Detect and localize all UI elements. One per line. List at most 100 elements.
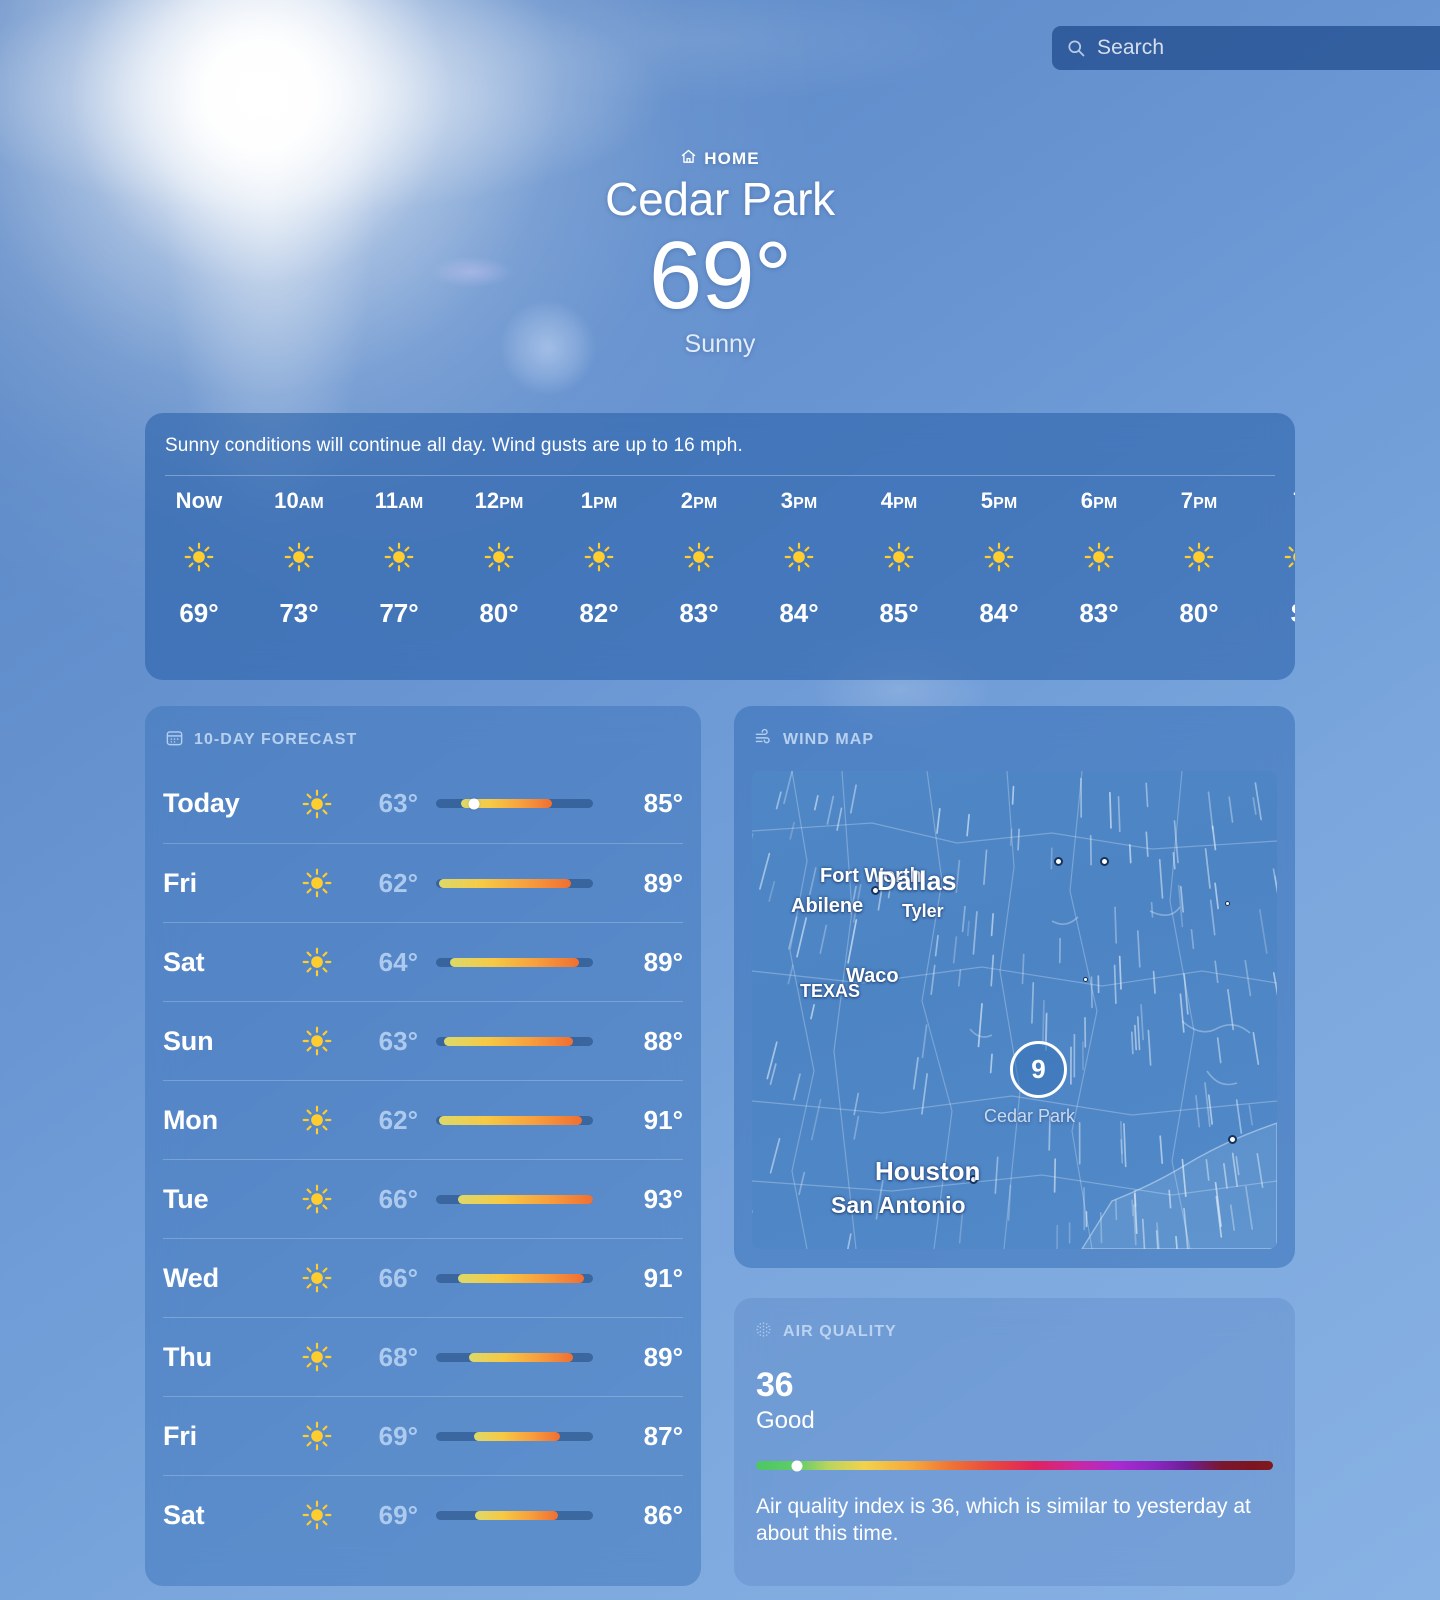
- home-label-text: HOME: [704, 149, 760, 168]
- wind-streak: [808, 867, 817, 896]
- forecast-day-name: Fri: [163, 1420, 197, 1451]
- air-quality-category: Good: [756, 1407, 815, 1434]
- hourly-item: 3PM 84°: [749, 488, 849, 629]
- hourly-ampm: PM: [1193, 495, 1218, 512]
- wind-streak: [1158, 858, 1164, 899]
- hourly-time-label: 10AM: [274, 488, 324, 513]
- forecast-day-row[interactable]: Mon 62° 91°: [163, 1080, 683, 1159]
- map-dot-dallas: [1100, 857, 1109, 866]
- search-placeholder[interactable]: Search: [1097, 36, 1164, 60]
- aqi-dots-icon: [756, 1322, 771, 1337]
- sun-icon: [288, 1263, 346, 1293]
- wind-streak: [1041, 999, 1045, 1046]
- wind-map-title: WIND MAP: [783, 731, 875, 748]
- wind-streak: [1136, 930, 1141, 968]
- wind-streak: [813, 795, 819, 811]
- ten-day-forecast-card[interactable]: 10-DAY FORECAST Today 63° 85° Fri 62° 89° Sat 6…: [145, 706, 701, 1586]
- hourly-time-label: 12PM: [474, 488, 524, 513]
- wind-streak: [752, 833, 754, 840]
- forecast-day-row[interactable]: Fri 62° 89°: [163, 843, 683, 922]
- sun-icon: [1249, 540, 1295, 574]
- wind-streak: [846, 1233, 852, 1249]
- sun-icon: [1149, 540, 1249, 574]
- temperature-range-bar: [436, 1352, 593, 1362]
- wind-streak: [1109, 791, 1112, 829]
- temperature-range-bar: [436, 1194, 593, 1204]
- forecast-day-row[interactable]: Sun 63° 88°: [163, 1001, 683, 1080]
- forecast-day-name: Sat: [163, 1499, 205, 1530]
- hourly-time-label: 11AM: [374, 488, 424, 513]
- hourly-summary-text: Sunny conditions will continue all day. …: [165, 435, 743, 456]
- home-icon: [680, 148, 697, 170]
- wind-icon: [754, 728, 773, 752]
- forecast-low-temp: 64°: [378, 946, 418, 977]
- forecast-day-row[interactable]: Sat 64° 89°: [163, 922, 683, 1001]
- temperature-range-fill: [457, 1194, 593, 1204]
- search-bar[interactable]: Search: [1052, 26, 1440, 70]
- wind-map-card[interactable]: WIND MAP 9 Cedar Park Fort Worth Dallas …: [734, 706, 1295, 1268]
- wind-streak: [1123, 1122, 1127, 1168]
- forecast-day-row[interactable]: Fri 69° 87°: [163, 1396, 683, 1475]
- forecast-day-row[interactable]: Sat 69° 86°: [163, 1475, 683, 1554]
- wind-streak: [1152, 970, 1156, 994]
- hourly-temperature: 73°: [279, 598, 319, 628]
- wind-streak: [966, 813, 970, 837]
- wind-streak: [1272, 868, 1277, 895]
- wind-streak: [1099, 1211, 1103, 1244]
- wind-streak: [1114, 1199, 1118, 1221]
- wind-streak: [1090, 976, 1093, 1009]
- wind-streak: [783, 771, 793, 805]
- map-dot-waco: [1083, 977, 1088, 982]
- hourly-item: 5PM 84°: [949, 488, 1049, 629]
- wind-streak: [853, 1092, 860, 1116]
- wind-streak: [853, 1115, 860, 1140]
- wind-streak: [796, 917, 808, 958]
- wind-streak: [1258, 909, 1268, 955]
- forecast-day-name: Today: [163, 788, 240, 818]
- wind-streak: [769, 1063, 777, 1086]
- hourly-ampm: PM: [893, 495, 918, 512]
- temperature-range-bar: [436, 1273, 593, 1283]
- forecast-day-row[interactable]: Today 63° 85°: [163, 764, 683, 843]
- forecast-day-row[interactable]: Thu 68° 89°: [163, 1317, 683, 1396]
- wind-streak: [1227, 988, 1235, 1031]
- hourly-time-label: 4PM: [880, 488, 918, 513]
- temperature-range-fill: [443, 1036, 573, 1046]
- forecast-high-temp: 91°: [643, 1262, 683, 1293]
- wind-streak: [1195, 1095, 1201, 1128]
- wind-streak: [1252, 797, 1257, 815]
- wind-streak: [977, 1002, 983, 1048]
- forecast-high-temp: 89°: [643, 946, 683, 977]
- air-quality-scale-marker: [791, 1460, 803, 1471]
- wind-streak: [1150, 901, 1154, 918]
- temperature-range-fill: [473, 1431, 561, 1441]
- wind-streak: [766, 1041, 778, 1080]
- forecast-day-row[interactable]: Wed 66° 91°: [163, 1238, 683, 1317]
- wind-streak: [994, 1156, 999, 1194]
- sun-icon: [549, 540, 649, 574]
- wind-streak: [983, 849, 988, 886]
- wind-streak: [1009, 828, 1013, 847]
- hourly-temperature: 80°: [1179, 598, 1219, 628]
- wind-streak: [1147, 1029, 1152, 1066]
- wind-map-canvas[interactable]: 9 Cedar Park Fort Worth Dallas Abilene Tyle…: [752, 771, 1277, 1249]
- sun-icon: [288, 868, 346, 898]
- air-quality-card[interactable]: AIR QUALITY 36 Good Air quality index is…: [734, 1298, 1295, 1586]
- wind-streak: [1248, 1104, 1254, 1126]
- forecast-day-name: Sat: [163, 946, 205, 977]
- forecast-day-row[interactable]: Tue 66° 93°: [163, 1159, 683, 1238]
- wind-streak: [775, 791, 782, 810]
- wind-streak: [1190, 928, 1195, 950]
- current-location-marker[interactable]: 9: [1010, 1041, 1067, 1098]
- hourly-scroll-strip[interactable]: Now 69° 10AM 73° 11AM 77° 12PM 80° 1PM 82° 2PM 83° 3…: [145, 488, 1295, 629]
- forecast-low-temp: 69°: [378, 1499, 418, 1530]
- hourly-forecast-card[interactable]: Sunny conditions will continue all day. …: [145, 413, 1295, 680]
- forecast-low-temp: 66°: [378, 1262, 418, 1293]
- hourly-ampm: PM: [793, 495, 818, 512]
- sun-icon: [288, 1500, 346, 1530]
- wind-streak: [972, 911, 978, 955]
- wind-streak: [826, 795, 835, 825]
- temperature-range-fill: [439, 878, 571, 888]
- page-title: Cedar Park: [605, 173, 835, 225]
- wind-streak: [1214, 882, 1219, 910]
